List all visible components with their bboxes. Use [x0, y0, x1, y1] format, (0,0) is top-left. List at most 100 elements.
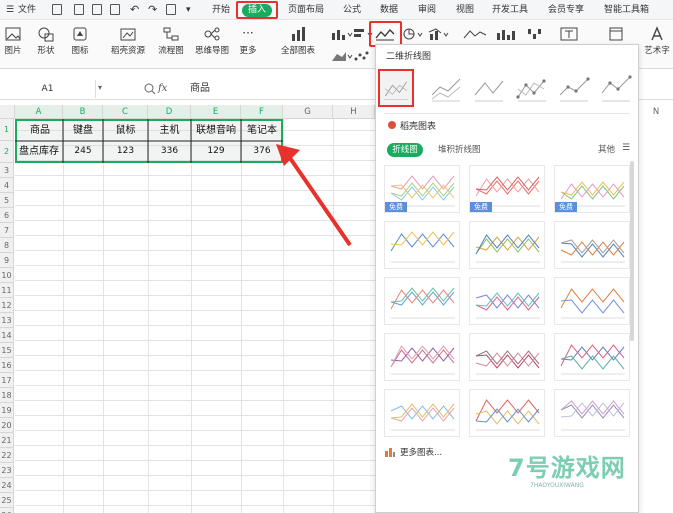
row-header[interactable]: 24: [0, 478, 14, 493]
pie-chart-icon[interactable]: [402, 27, 426, 41]
col-header-n[interactable]: N: [639, 105, 673, 119]
menu-formula[interactable]: 公式: [343, 0, 361, 20]
menu-review[interactable]: 审阅: [418, 0, 436, 20]
other-dropdown[interactable]: 其他: [598, 143, 615, 157]
row-header[interactable]: 2: [0, 141, 14, 163]
chart-template-card[interactable]: [554, 221, 630, 269]
cell-c1[interactable]: 鼠标: [103, 122, 148, 139]
row-header[interactable]: 3: [0, 163, 14, 178]
cell-d2[interactable]: 336: [148, 143, 191, 160]
combo-chart-icon[interactable]: [428, 27, 452, 41]
undo-icon[interactable]: ↶: [130, 0, 139, 20]
basic-line-thumbnail[interactable]: [378, 69, 414, 107]
scatter-chart-icon[interactable]: [352, 49, 376, 63]
row-header[interactable]: 4: [0, 178, 14, 193]
chart-template-card[interactable]: [469, 277, 545, 325]
menu-view[interactable]: 视图: [456, 0, 474, 20]
menu-page-layout[interactable]: 页面布局: [288, 0, 324, 20]
menu-insert[interactable]: 插入: [242, 4, 272, 17]
row-header[interactable]: 12: [0, 298, 14, 313]
menu-developer[interactable]: 开发工具: [492, 0, 528, 20]
percent-marker-line-thumbnail[interactable]: [598, 69, 634, 107]
row-header[interactable]: 6: [0, 208, 14, 223]
formula-input[interactable]: 商品: [190, 80, 210, 98]
stacked-marker-line-thumbnail[interactable]: [556, 69, 592, 107]
col-header-g[interactable]: G: [283, 105, 333, 119]
export-icon[interactable]: [74, 4, 84, 15]
all-charts-button[interactable]: 全部图表: [276, 21, 320, 56]
chart-template-card[interactable]: [469, 389, 545, 437]
chart-template-card[interactable]: [384, 221, 460, 269]
menu-start[interactable]: 开始: [212, 0, 230, 20]
menu-member[interactable]: 会员专享: [548, 0, 584, 20]
zoom-icon[interactable]: [144, 83, 156, 95]
chart-template-card[interactable]: 免费: [384, 165, 460, 213]
row-header[interactable]: 16: [0, 358, 14, 373]
chart-template-card[interactable]: 免费: [469, 165, 545, 213]
chart-template-card[interactable]: [554, 389, 630, 437]
col-header-h[interactable]: H: [333, 105, 375, 119]
row-header[interactable]: 23: [0, 463, 14, 478]
chart-template-card[interactable]: 免费: [554, 165, 630, 213]
cell-e1[interactable]: 联想音响: [191, 122, 241, 139]
shape-button[interactable]: 形状: [30, 21, 62, 56]
row-header[interactable]: 13: [0, 313, 14, 328]
col-header-e[interactable]: E: [191, 105, 241, 119]
row-header[interactable]: 11: [0, 283, 14, 298]
header-footer-icon[interactable]: [604, 27, 630, 41]
cell-d1[interactable]: 主机: [148, 122, 191, 139]
row-header[interactable]: 9: [0, 253, 14, 268]
row-header[interactable]: 1: [0, 119, 14, 141]
win-loss-icon[interactable]: [525, 27, 551, 41]
cell-b1[interactable]: 键盘: [63, 122, 103, 139]
cell-b2[interactable]: 245: [63, 143, 103, 160]
textbox-icon[interactable]: [557, 27, 583, 41]
col-header-f[interactable]: F: [241, 105, 283, 119]
cell-f1[interactable]: 笔记本: [241, 122, 283, 139]
chart-template-card[interactable]: [554, 277, 630, 325]
select-all-corner[interactable]: [0, 105, 15, 119]
list-icon[interactable]: ☰: [622, 143, 630, 153]
menu-smart-tools[interactable]: 智能工具箱: [604, 0, 649, 20]
sparkline-icon[interactable]: [462, 27, 488, 41]
row-header[interactable]: 10: [0, 268, 14, 283]
menu-data[interactable]: 数据: [380, 0, 398, 20]
picture-button[interactable]: 图片: [0, 21, 26, 56]
flowchart-button[interactable]: 流程图: [152, 21, 190, 56]
cell-c2[interactable]: 123: [103, 143, 148, 160]
sparkline-column-icon[interactable]: [494, 27, 520, 41]
chart-template-card[interactable]: [554, 333, 630, 381]
format-painter-icon[interactable]: [166, 4, 176, 15]
cell-a2[interactable]: 盘点库存: [15, 143, 63, 160]
chart-template-card[interactable]: [384, 333, 460, 381]
col-header-c[interactable]: C: [103, 105, 148, 119]
row-header[interactable]: 18: [0, 388, 14, 403]
row-header[interactable]: 21: [0, 433, 14, 448]
menu-file[interactable]: 文件: [18, 0, 36, 20]
chart-template-card[interactable]: [384, 277, 460, 325]
redo-icon[interactable]: ↷: [148, 0, 157, 20]
row-header[interactable]: 8: [0, 238, 14, 253]
name-box-dropdown-icon[interactable]: ▾: [98, 83, 102, 92]
chart-template-card[interactable]: [384, 389, 460, 437]
chart-template-card[interactable]: [469, 221, 545, 269]
fx-icon[interactable]: fx: [158, 80, 167, 98]
insert-tab-highlight[interactable]: 插入: [236, 1, 278, 19]
col-header-d[interactable]: D: [148, 105, 191, 119]
row-header[interactable]: 14: [0, 328, 14, 343]
cell-e2[interactable]: 129: [191, 143, 241, 160]
tab-line-chart[interactable]: 折线图: [387, 143, 423, 157]
marker-line-thumbnail[interactable]: [514, 69, 550, 107]
column-chart-icon[interactable]: [330, 27, 354, 41]
cell-a1[interactable]: 商品: [17, 122, 63, 139]
docer-resources-button[interactable]: 稻壳资源: [106, 21, 150, 56]
row-header[interactable]: 15: [0, 343, 14, 358]
row-header[interactable]: 25: [0, 493, 14, 508]
menu-icon[interactable]: ☰: [6, 0, 14, 20]
word-art-button[interactable]: 艺术字: [640, 21, 673, 56]
preview-icon[interactable]: [110, 4, 120, 15]
panel-scrollbar[interactable]: [630, 161, 634, 341]
row-header[interactable]: 17: [0, 373, 14, 388]
row-header[interactable]: 26: [0, 508, 14, 513]
row-header[interactable]: 5: [0, 193, 14, 208]
